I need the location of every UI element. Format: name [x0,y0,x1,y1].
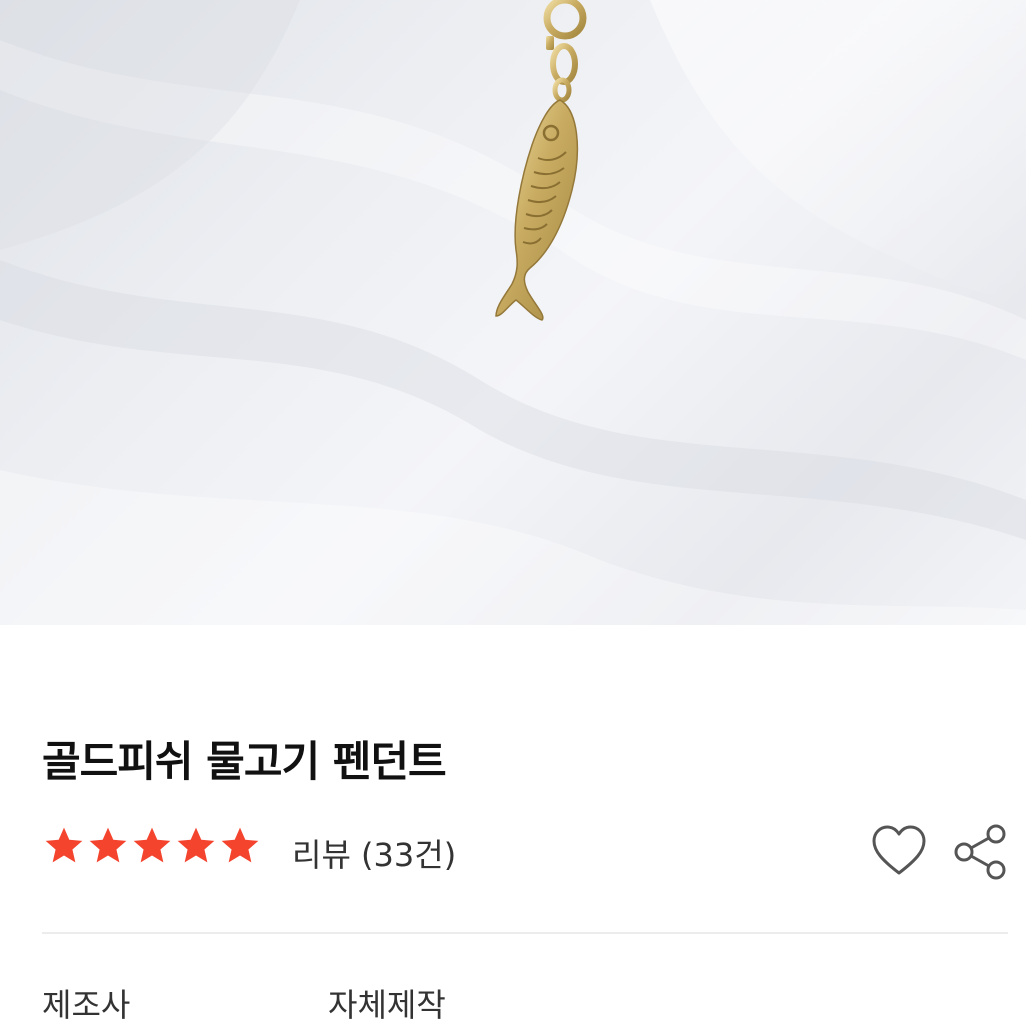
star-icon [133,827,171,863]
heart-outline-icon[interactable] [870,822,928,880]
star-icon [177,827,215,863]
spec-value: 자체제작 [328,986,446,1024]
share-icon[interactable] [950,822,1010,882]
product-title: 골드피쉬 물고기 펜던트 [42,737,447,786]
star-icon [221,827,259,863]
spec-label: 제조사 [42,986,131,1024]
rating-stars [42,824,262,868]
star-icon [89,827,127,863]
section-divider [42,932,1008,934]
product-photo [0,0,1026,625]
star-icon [45,827,83,863]
clasp-ring [543,0,587,40]
pendant-illustration [0,0,1026,625]
spec-row-manufacturer: 제조사 자체제작 [42,980,1008,1026]
review-count-link[interactable]: 리뷰 (33건) [292,830,456,876]
